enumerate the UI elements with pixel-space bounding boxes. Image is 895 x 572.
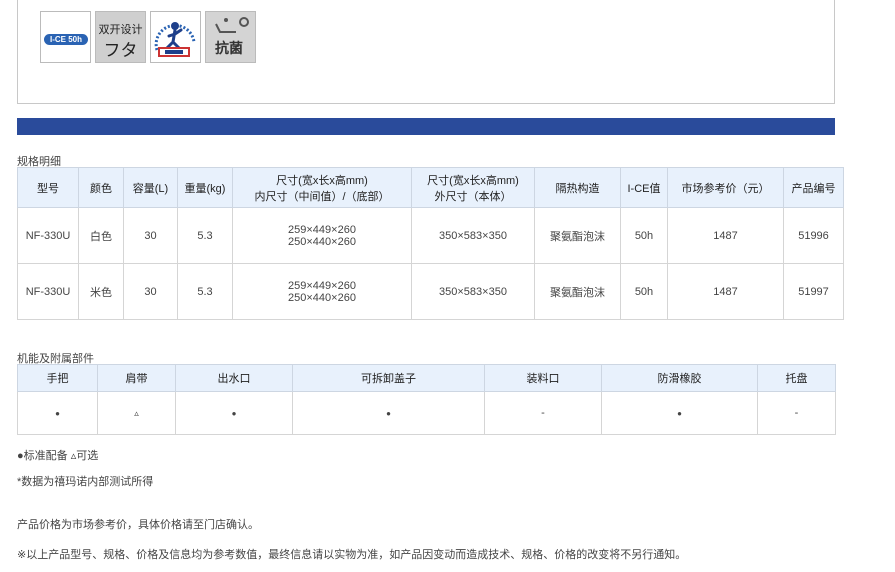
- outer-dim-cell: 350×583×350: [411, 207, 535, 264]
- capacity-cell: 30: [123, 207, 178, 264]
- feature-value-removable-lid: ●: [292, 391, 485, 435]
- weight-cell: 5.3: [177, 207, 233, 264]
- spec-col-inner-dim-line1: 尺寸(宽x长x高mm): [276, 174, 368, 187]
- spec-row: NF-330U 白色 30 5.3 259×449×260 250×440×26…: [17, 207, 844, 264]
- inner-dim-middle: 259×449×260: [288, 279, 356, 292]
- inner-dim-cell: 259×449×260 250×440×260: [232, 207, 412, 264]
- strong-body-icon: [150, 11, 201, 63]
- spec-col-outer-dim-line1: 尺寸(宽x长x高mm): [427, 174, 519, 187]
- code-cell: 51996: [783, 207, 844, 264]
- antibacterial-label: 抗菌: [215, 40, 243, 56]
- model-cell: NF-330U: [17, 263, 79, 320]
- outer-dim-cell: 350×583×350: [411, 263, 535, 320]
- price-cell: 1487: [667, 207, 784, 264]
- feature-value-drain: ●: [175, 391, 293, 435]
- features-table: 手把 肩带 出水口 可拆卸盖子 装料口 防滑橡胶 托盘 ● ▵ ● ● - ● …: [17, 364, 836, 435]
- spec-col-outer-dim-line2: 外尺寸（本体）: [434, 190, 512, 203]
- spec-col-price: 市场参考价（元）: [667, 167, 784, 208]
- spec-col-inner-dim: 尺寸(宽x长x高mm) 内尺寸（中间值）/（底部）: [232, 167, 412, 208]
- double-lid-icon: 双开设计 フタ: [95, 11, 146, 63]
- feature-icons: I-CE 50h 双开设计 フタ 抗菌: [40, 11, 256, 63]
- spec-row: NF-330U 米色 30 5.3 259×449×260 250×440×26…: [17, 263, 844, 320]
- section-divider-bar: [17, 118, 835, 135]
- spec-header-row: 型号 颜色 容量(L) 重量(kg) 尺寸(宽x长x高mm) 内尺寸（中间值）/…: [17, 167, 844, 208]
- color-cell: 白色: [78, 207, 124, 264]
- color-cell: 米色: [78, 263, 124, 320]
- feature-col-tray: 托盘: [757, 364, 836, 392]
- feature-col-drain: 出水口: [175, 364, 293, 392]
- price-note: 产品价格为市场参考价，具体价格请至门店确认。: [17, 519, 259, 531]
- antibacterial-icon: 抗菌: [205, 11, 256, 63]
- inner-dim-bottom: 250×440×260: [288, 291, 356, 304]
- spec-col-ice: I-CE值: [620, 167, 668, 208]
- spec-col-weight: 重量(kg): [177, 167, 233, 208]
- insulation-cell: 聚氨酯泡沫: [534, 263, 621, 320]
- features-header-row: 手把 肩带 出水口 可拆卸盖子 装料口 防滑橡胶 托盘: [17, 364, 836, 392]
- inner-dim-middle: 259×449×260: [288, 223, 356, 236]
- double-lid-label: 双开设计: [98, 24, 143, 36]
- model-cell: NF-330U: [17, 207, 79, 264]
- feature-col-fill-port: 装料口: [484, 364, 602, 392]
- ice-rating-label: I-CE 50h: [44, 34, 88, 45]
- weight-cell: 5.3: [177, 263, 233, 320]
- feature-value-tray: -: [757, 391, 836, 435]
- feature-value-rubber-feet: ●: [601, 391, 758, 435]
- spec-col-inner-dim-line2: 内尺寸（中间值）/（底部）: [254, 190, 390, 203]
- spec-col-outer-dim: 尺寸(宽x长x高mm) 外尺寸（本体）: [411, 167, 535, 208]
- ice-cell: 50h: [620, 207, 668, 264]
- data-source-note: *数据为禧玛诺内部测试所得: [17, 476, 154, 488]
- feature-col-strap: 肩带: [97, 364, 176, 392]
- spec-col-insulation: 隔热构造: [534, 167, 621, 208]
- legend-note: ●标准配备 ▵可选: [17, 450, 99, 462]
- feature-col-handle: 手把: [17, 364, 98, 392]
- double-lid-sublabel: フタ: [103, 41, 138, 60]
- disclaimer-note: ※以上产品型号、规格、价格及信息均为参考数值，最终信息请以实物为准，如产品因变动…: [17, 549, 687, 561]
- feature-col-rubber-feet: 防滑橡胶: [601, 364, 758, 392]
- price-cell: 1487: [667, 263, 784, 320]
- inner-dim-bottom: 250×440×260: [288, 235, 356, 248]
- inner-dim-cell: 259×449×260 250×440×260: [232, 263, 412, 320]
- spec-col-color: 颜色: [78, 167, 124, 208]
- spec-table: 型号 颜色 容量(L) 重量(kg) 尺寸(宽x长x高mm) 内尺寸（中间值）/…: [17, 167, 844, 320]
- spec-col-model: 型号: [17, 167, 79, 208]
- insulation-cell: 聚氨酯泡沫: [534, 207, 621, 264]
- ice-rating-icon: I-CE 50h: [40, 11, 91, 63]
- capacity-cell: 30: [123, 263, 178, 320]
- spec-col-code: 产品编号: [783, 167, 844, 208]
- code-cell: 51997: [783, 263, 844, 320]
- features-value-row: ● ▵ ● ● - ● -: [17, 391, 836, 435]
- feature-value-strap: ▵: [97, 391, 176, 435]
- feature-col-removable-lid: 可拆卸盖子: [292, 364, 485, 392]
- feature-value-fill-port: -: [484, 391, 602, 435]
- feature-value-handle: ●: [17, 391, 98, 435]
- ice-cell: 50h: [620, 263, 668, 320]
- spec-col-capacity: 容量(L): [123, 167, 178, 208]
